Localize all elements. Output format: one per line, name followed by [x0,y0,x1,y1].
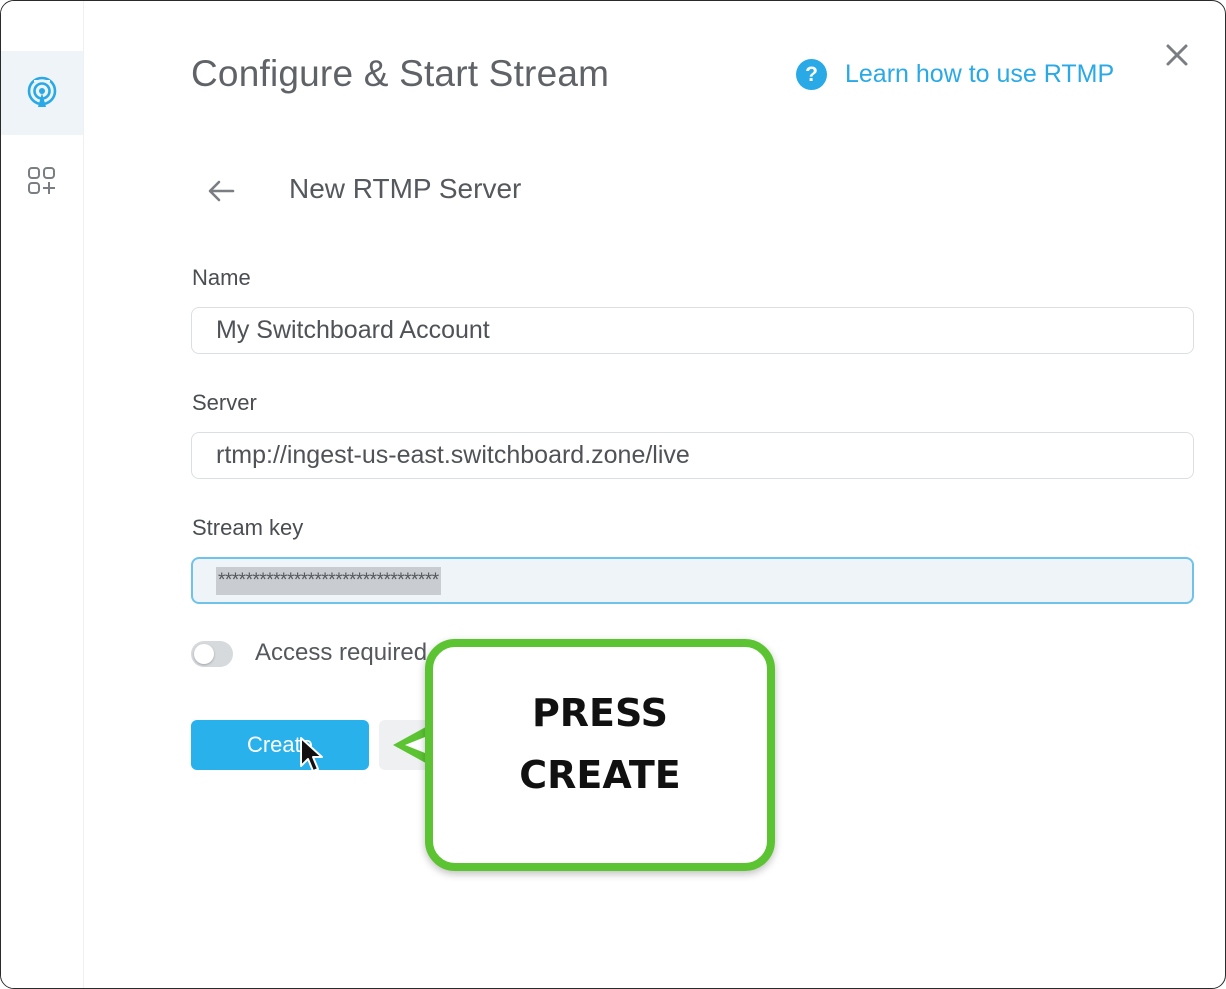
access-required-toggle[interactable] [191,641,233,667]
mouse-cursor-icon [300,737,323,772]
server-field[interactable] [191,432,1194,479]
name-field[interactable] [191,307,1194,354]
access-required-label: Access required [255,639,428,666]
dialog-title: Configure & Start Stream [191,53,610,94]
callout-text: PRESS CREATE [519,691,681,797]
sidebar [1,1,84,988]
add-apps-icon [28,167,55,194]
name-label: Name [192,265,251,290]
help-link[interactable]: ? Learn how to use RTMP [796,59,1114,90]
toggle-knob [194,644,214,664]
back-arrow-icon[interactable] [205,177,237,205]
sidebar-item-stream[interactable] [1,51,83,135]
close-icon[interactable] [1161,39,1193,71]
stream-key-label: Stream key [192,515,304,540]
help-icon: ? [796,59,827,90]
broadcast-icon [27,76,57,107]
section-title: New RTMP Server [289,173,522,204]
create-button[interactable]: Create [191,720,369,770]
stream-key-masked-value: ******************************** [216,567,441,595]
instruction-callout: PRESS CREATE [425,639,775,871]
sidebar-item-apps[interactable] [1,151,83,211]
server-label: Server [192,390,257,415]
help-link-label: Learn how to use RTMP [845,60,1115,88]
dialog-window: Configure & Start Stream ? Learn how to … [0,0,1226,989]
